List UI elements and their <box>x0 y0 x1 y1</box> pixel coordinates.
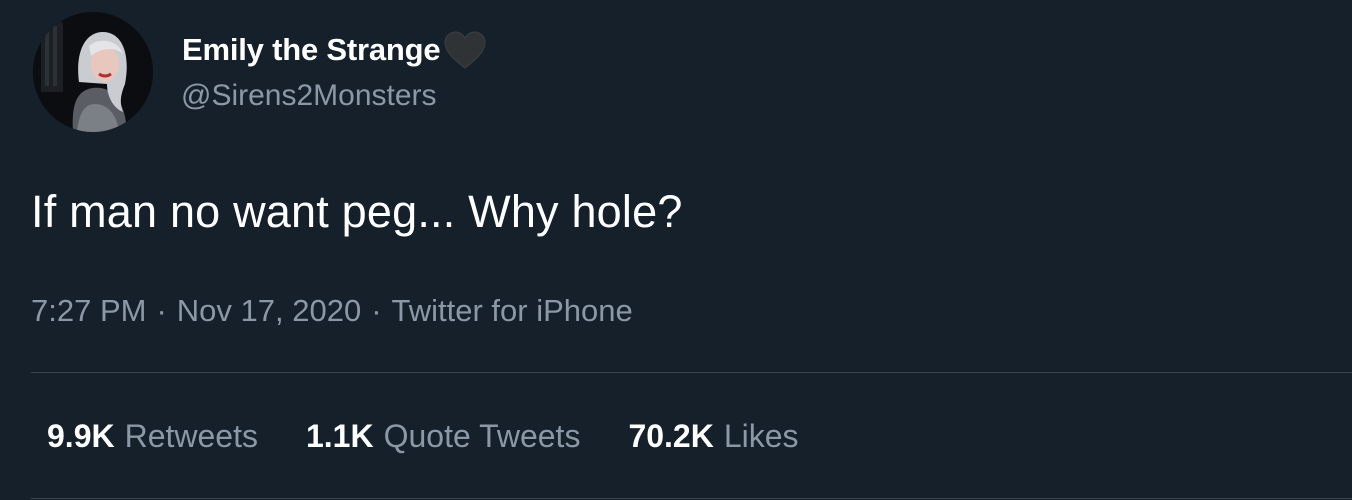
tweet-metadata: 7:27 PM · Nov 17, 2020 · Twitter for iPhone <box>31 293 633 329</box>
avatar-image <box>33 12 153 132</box>
likes-stat[interactable]: 70.2K Likes <box>628 418 798 455</box>
tweet-date[interactable]: Nov 17, 2020 <box>177 293 361 328</box>
display-name[interactable]: Emily the Strange <box>182 32 441 68</box>
engagement-stats: 9.9K Retweets 1.1K Quote Tweets 70.2K Li… <box>47 418 799 455</box>
retweets-count: 9.9K <box>47 418 115 454</box>
quote-tweets-stat[interactable]: 1.1K Quote Tweets <box>306 418 580 455</box>
likes-count: 70.2K <box>628 418 714 454</box>
quote-tweets-count: 1.1K <box>305 418 374 454</box>
likes-label: Likes <box>723 418 799 454</box>
tweet-time[interactable]: 7:27 PM <box>31 293 146 328</box>
divider <box>31 498 1352 499</box>
quote-tweets-label: Quote Tweets <box>383 418 581 454</box>
black-heart-icon <box>442 30 488 70</box>
meta-separator: · <box>371 293 382 328</box>
author-name-row: Emily the Strange <box>182 28 488 72</box>
tweet-source-link[interactable]: Twitter for iPhone <box>392 293 633 328</box>
retweets-stat[interactable]: 9.9K Retweets <box>47 418 258 455</box>
tweet-text: If man no want peg... Why hole? <box>31 186 683 237</box>
author-handle[interactable]: @Sirens2Monsters <box>181 79 437 113</box>
retweets-label: Retweets <box>124 418 258 454</box>
divider <box>31 372 1352 373</box>
avatar[interactable] <box>33 12 153 132</box>
meta-separator: · <box>156 293 167 328</box>
